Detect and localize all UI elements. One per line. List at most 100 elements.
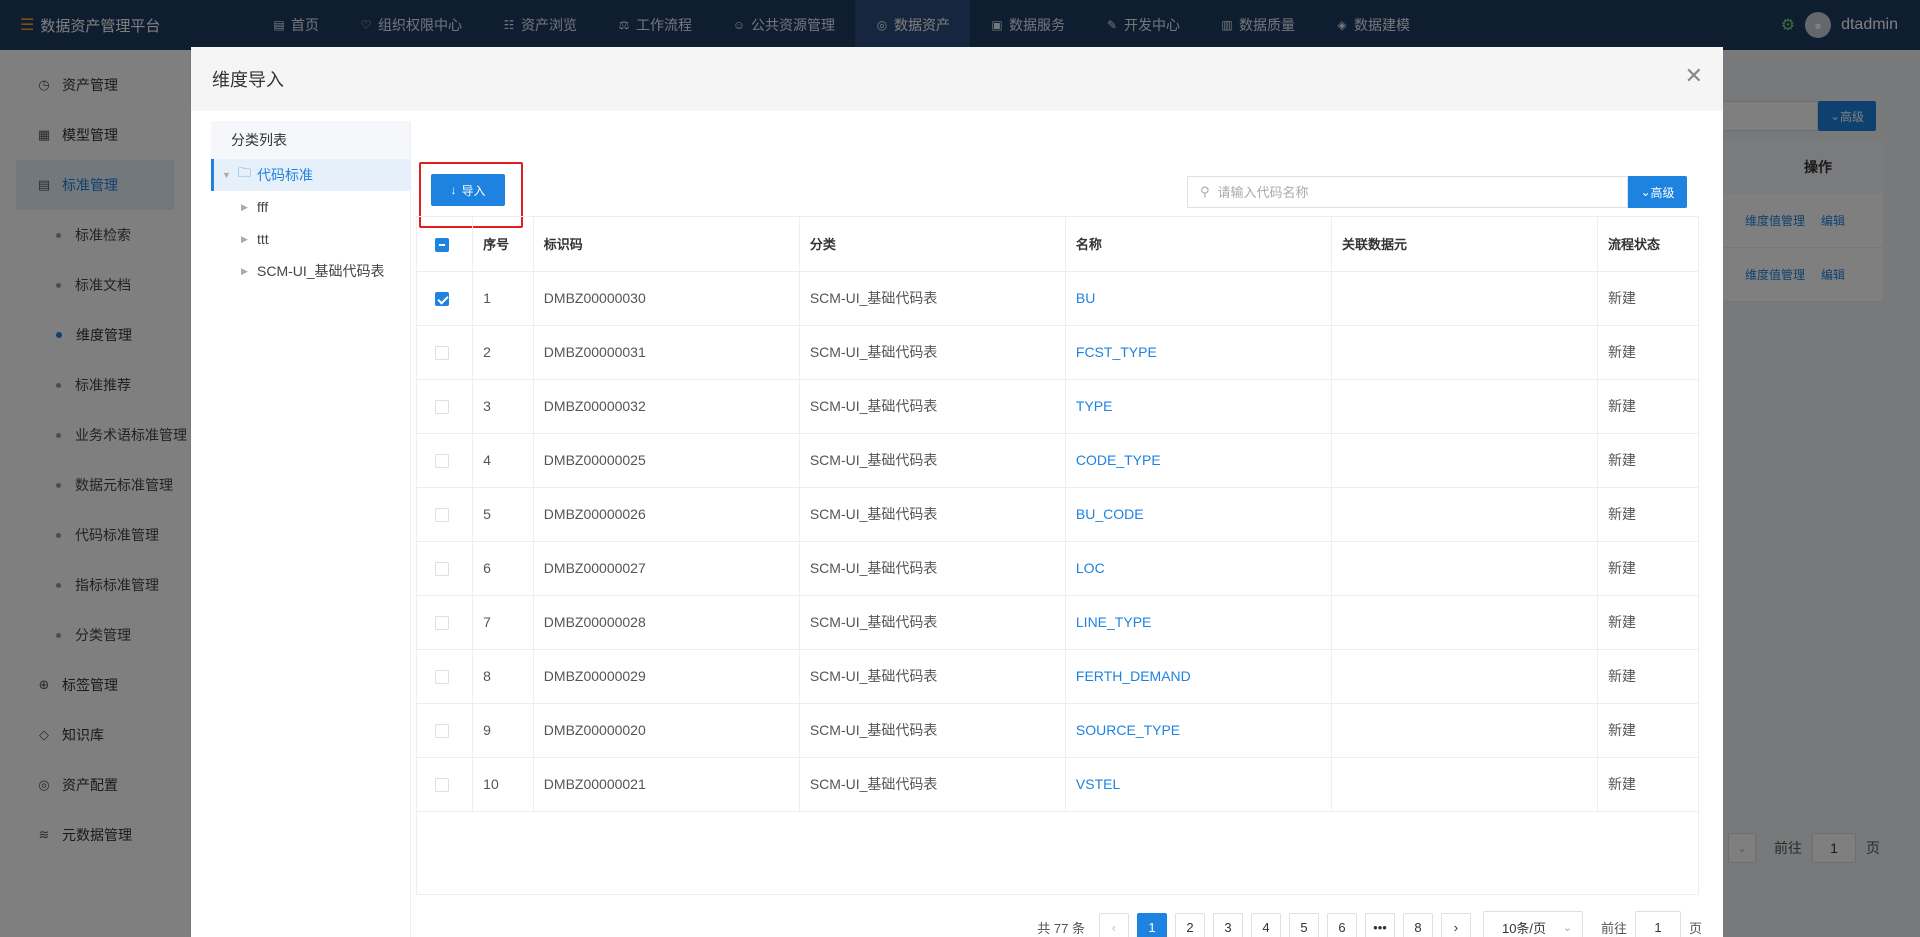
search-box: ⚲: [1187, 176, 1628, 208]
cell-name[interactable]: BU: [1065, 271, 1332, 326]
row-select-cell: [417, 271, 474, 326]
cell-no: 8: [472, 649, 534, 704]
caret-right-icon[interactable]: ▶: [241, 202, 251, 213]
import-button[interactable]: ↓ 导入: [431, 174, 505, 206]
cell-status: 新建: [1597, 271, 1699, 326]
cell-name[interactable]: CODE_TYPE: [1065, 433, 1332, 488]
row-checkbox[interactable]: [435, 400, 449, 415]
cell-status: 新建: [1597, 487, 1699, 542]
cell-code: DMBZ00000029: [533, 649, 800, 704]
page-button[interactable]: 8: [1402, 913, 1433, 937]
cell-code: DMBZ00000025: [533, 433, 800, 488]
goto-input[interactable]: 1: [1634, 911, 1681, 937]
cell-name[interactable]: SOURCE_TYPE: [1065, 703, 1332, 758]
row-checkbox[interactable]: [435, 346, 449, 361]
table-row[interactable]: 1 DMBZ00000030 SCM-UI_基础代码表 BU 新建: [417, 271, 1699, 326]
dimension-import-dialog: 维度导入 ✕ 分类列表 ▼ 🗀 代码标准 ▶ fff ▶ ttt ▶ SCM-UI_基础代…: [191, 47, 1723, 937]
page-button[interactable]: 5: [1288, 913, 1319, 937]
col-header-category: 分类: [799, 217, 1066, 272]
search-icon: ⚲: [1200, 184, 1210, 199]
next-page-button[interactable]: ›: [1440, 913, 1471, 937]
tree-node-child[interactable]: ▶ ttt: [211, 223, 410, 255]
goto-page: 前往 1 页: [1601, 911, 1702, 937]
table-row[interactable]: 8 DMBZ00000029 SCM-UI_基础代码表 FERTH_DEMAND 新建: [417, 649, 1699, 704]
cell-code: DMBZ00000030: [533, 271, 800, 326]
tree-node-root[interactable]: ▼ 🗀 代码标准: [211, 159, 410, 191]
cell-category: SCM-UI_基础代码表: [799, 271, 1066, 326]
goto-unit: 页: [1688, 920, 1702, 936]
folder-icon: 🗀: [238, 165, 252, 180]
arrow-down-icon: ↓: [450, 183, 457, 197]
cell-status: 新建: [1597, 649, 1699, 704]
page-button[interactable]: 3: [1212, 913, 1243, 937]
table-header-row: 序号 标识码 分类 名称 关联数据元 流程状态: [417, 217, 1699, 272]
tree-node-child[interactable]: ▶ SCM-UI_基础代码表: [211, 255, 410, 287]
more-pages-button[interactable]: •••: [1364, 913, 1395, 937]
table-row[interactable]: 10 DMBZ00000021 SCM-UI_基础代码表 VSTEL 新建: [417, 757, 1699, 812]
row-checkbox[interactable]: [435, 724, 449, 739]
row-checkbox[interactable]: [435, 670, 449, 685]
caret-right-icon[interactable]: ▶: [241, 234, 251, 245]
table-row[interactable]: 7 DMBZ00000028 SCM-UI_基础代码表 LINE_TYPE 新建: [417, 595, 1699, 650]
table-row[interactable]: 5 DMBZ00000026 SCM-UI_基础代码表 BU_CODE 新建: [417, 487, 1699, 542]
cell-name[interactable]: TYPE: [1065, 379, 1332, 434]
cell-related: [1331, 541, 1598, 596]
cell-name[interactable]: VSTEL: [1065, 757, 1332, 812]
table-row[interactable]: 9 DMBZ00000020 SCM-UI_基础代码表 SOURCE_TYPE 新建: [417, 703, 1699, 758]
prev-page-button[interactable]: ‹: [1098, 913, 1129, 937]
row-select-cell: [417, 433, 474, 488]
table-row[interactable]: 4 DMBZ00000025 SCM-UI_基础代码表 CODE_TYPE 新建: [417, 433, 1699, 488]
row-checkbox[interactable]: [435, 292, 449, 307]
table-row[interactable]: 2 DMBZ00000031 SCM-UI_基础代码表 FCST_TYPE 新建: [417, 325, 1699, 380]
cell-related: [1331, 379, 1598, 434]
table-row[interactable]: 6 DMBZ00000027 SCM-UI_基础代码表 LOC 新建: [417, 541, 1699, 596]
cell-code: DMBZ00000031: [533, 325, 800, 380]
cell-category: SCM-UI_基础代码表: [799, 757, 1066, 812]
dialog-title: 维度导入: [212, 70, 284, 90]
row-select-cell: [417, 757, 474, 812]
caret-down-icon[interactable]: ▼: [222, 170, 232, 180]
cell-related: [1331, 325, 1598, 380]
cell-name[interactable]: LINE_TYPE: [1065, 595, 1332, 650]
row-checkbox[interactable]: [435, 508, 449, 523]
tree-node-label: 代码标准: [257, 167, 314, 183]
row-checkbox[interactable]: [435, 778, 449, 793]
cell-name[interactable]: BU_CODE: [1065, 487, 1332, 542]
row-checkbox[interactable]: [435, 562, 449, 577]
cell-category: SCM-UI_基础代码表: [799, 487, 1066, 542]
cell-category: SCM-UI_基础代码表: [799, 325, 1066, 380]
cell-name[interactable]: FCST_TYPE: [1065, 325, 1332, 380]
select-all-checkbox[interactable]: [435, 237, 449, 252]
col-header-code: 标识码: [533, 217, 800, 272]
close-icon[interactable]: ✕: [1685, 65, 1703, 87]
cell-no: 6: [472, 541, 534, 596]
caret-right-icon[interactable]: ▶: [241, 266, 251, 277]
row-select-cell: [417, 595, 474, 650]
cell-no: 10: [472, 757, 534, 812]
cell-status: 新建: [1597, 433, 1699, 488]
tree-node-label: ttt: [257, 231, 269, 247]
page-button[interactable]: 6: [1326, 913, 1357, 937]
cell-status: 新建: [1597, 325, 1699, 380]
page-size-select[interactable]: 10条/页 ⌄: [1482, 911, 1583, 937]
cell-code: DMBZ00000027: [533, 541, 800, 596]
row-checkbox[interactable]: [435, 616, 449, 631]
tree-node-child[interactable]: ▶ fff: [211, 191, 410, 223]
cell-name[interactable]: LOC: [1065, 541, 1332, 596]
row-select-cell: [417, 541, 474, 596]
cell-code: DMBZ00000021: [533, 757, 800, 812]
cell-no: 3: [472, 379, 534, 434]
cell-no: 4: [472, 433, 534, 488]
row-checkbox[interactable]: [435, 454, 449, 469]
cell-category: SCM-UI_基础代码表: [799, 379, 1066, 434]
cell-category: SCM-UI_基础代码表: [799, 649, 1066, 704]
table-row[interactable]: 3 DMBZ00000032 SCM-UI_基础代码表 TYPE 新建: [417, 379, 1699, 434]
search-input[interactable]: [1217, 184, 1618, 200]
advanced-button[interactable]: ⌄ 高级: [1628, 176, 1687, 208]
page-button[interactable]: 1: [1136, 913, 1167, 937]
page-button[interactable]: 4: [1250, 913, 1281, 937]
dialog-main: ↓ 导入 ⚲ ⌄高级 序号 标识码 分类 名称 关联数: [412, 111, 1723, 937]
cell-code: DMBZ00000028: [533, 595, 800, 650]
page-button[interactable]: 2: [1174, 913, 1205, 937]
cell-name[interactable]: FERTH_DEMAND: [1065, 649, 1332, 704]
